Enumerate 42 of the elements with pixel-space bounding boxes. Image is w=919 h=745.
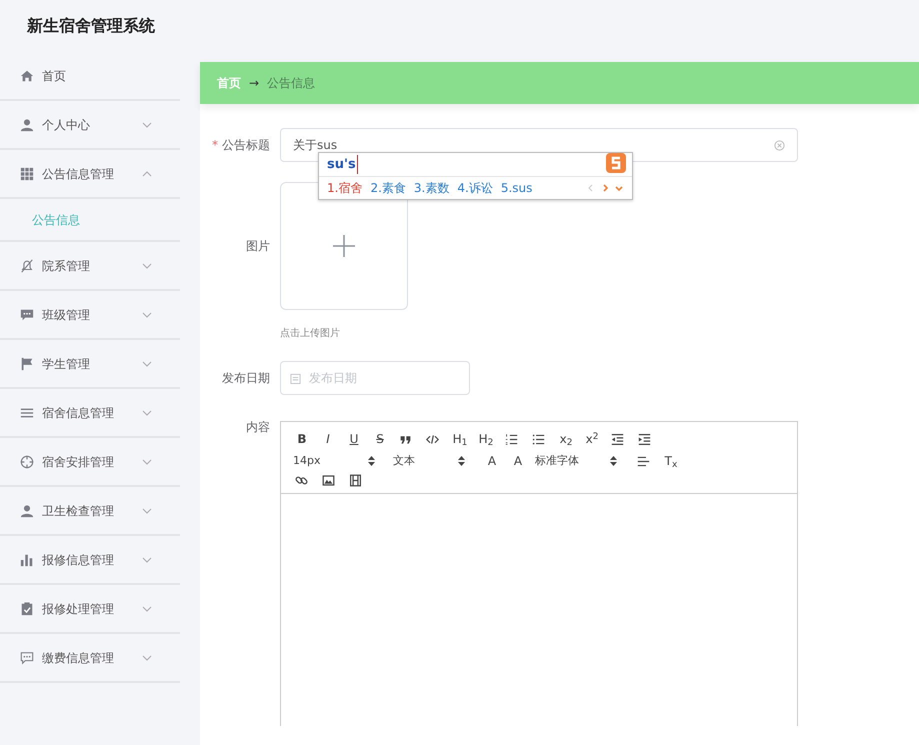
sidebar-item[interactable]: 个人中心: [0, 101, 180, 150]
upload-hint: 点击上传图片: [280, 326, 340, 341]
sidebar-item[interactable]: 卫生检查管理: [0, 487, 180, 536]
ime-candidate[interactable]: 3.素数: [414, 177, 450, 199]
breadcrumb-current: 公告信息: [267, 75, 316, 92]
toolbar-button[interactable]: A: [509, 452, 527, 470]
toolbar-dropdown[interactable]: 文本: [393, 452, 465, 470]
sidebar-item[interactable]: 学生管理: [0, 340, 180, 389]
ime-composition: su's: [327, 154, 358, 174]
toolbar-button[interactable]: S: [371, 430, 389, 448]
toolbar-dropdown[interactable]: 标准字体: [535, 452, 617, 470]
toolbar-button[interactable]: T$_{x}$: [662, 452, 680, 470]
toolbar-button[interactable]: x$^{2}$: [583, 430, 601, 448]
sidebar-item[interactable]: 院系管理: [0, 242, 180, 291]
sidebar-item[interactable]: 班级管理: [0, 291, 180, 340]
required-mark: *: [212, 137, 218, 154]
toolbar-button[interactable]: I: [319, 430, 337, 448]
toolbar-button[interactable]: H$_{1}$: [451, 430, 469, 448]
toolbar-dropdown[interactable]: 14px: [293, 452, 375, 470]
sidebar-item[interactable]: 宿舍安排管理: [0, 438, 180, 487]
sidebar-item[interactable]: 报修信息管理: [0, 536, 180, 585]
sidebar-item[interactable]: 首页: [0, 52, 180, 101]
ime-candidate[interactable]: 2.素食: [370, 177, 406, 199]
sidebar-item[interactable]: 报修处理管理: [0, 585, 180, 634]
breadcrumb-separator: →: [249, 75, 260, 92]
placeholder-text: 发布日期: [309, 370, 357, 387]
field-label: 内容: [246, 421, 270, 433]
toolbar-button[interactable]: H$_{2}$: [477, 430, 495, 448]
field-label: 发布日期: [222, 370, 270, 387]
field-label: 公告标题: [222, 137, 270, 154]
ime-candidate[interactable]: 5.sus: [500, 177, 532, 199]
sidebar-item[interactable]: 公告信息管理: [0, 150, 180, 199]
app-title: 新生宿舍管理系统: [27, 15, 155, 37]
toolbar-button[interactable]: x$_{2}$: [557, 430, 575, 448]
toolbar-button[interactable]: U: [345, 430, 363, 448]
field-label: 图片: [246, 238, 270, 255]
ime-candidate[interactable]: 4.诉讼: [457, 177, 493, 199]
sidebar-item[interactable]: 缴费信息管理: [0, 634, 180, 683]
ime-candidate[interactable]: 1.宿舍: [327, 177, 362, 199]
sidebar-item[interactable]: 宿舍信息管理: [0, 389, 180, 438]
toolbar-button[interactable]: B: [293, 430, 311, 448]
toolbar-button[interactable]: A: [483, 452, 501, 470]
